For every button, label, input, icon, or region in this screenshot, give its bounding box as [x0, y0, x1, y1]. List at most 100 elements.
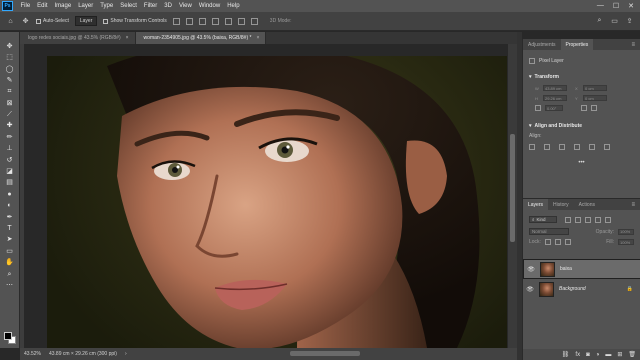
- menu-window[interactable]: Window: [195, 3, 223, 9]
- path-selection-tool-icon[interactable]: ➤: [5, 236, 14, 245]
- foreground-color-swatch[interactable]: [4, 332, 12, 340]
- quick-select-tool-icon[interactable]: ✎: [5, 76, 14, 85]
- type-tool-icon[interactable]: T: [5, 224, 14, 233]
- group-icon[interactable]: ▬: [605, 352, 611, 358]
- menu-3d[interactable]: 3D: [161, 3, 176, 9]
- align-left-icon[interactable]: [172, 17, 180, 25]
- more-options-icon[interactable]: •••: [578, 160, 584, 166]
- blur-tool-icon[interactable]: ●: [5, 190, 14, 199]
- filter-type-icon[interactable]: [585, 216, 591, 223]
- filter-pixel-icon[interactable]: [565, 216, 571, 223]
- menu-image[interactable]: Image: [51, 3, 75, 9]
- transform-controls-checkbox[interactable]: Show Transform Controls: [103, 18, 167, 24]
- tab-layers[interactable]: Layers: [523, 199, 549, 210]
- panel-menu-icon[interactable]: ≡: [631, 199, 640, 210]
- filter-smart-object-icon[interactable]: [605, 216, 611, 223]
- menu-edit[interactable]: Edit: [34, 3, 51, 9]
- menu-view[interactable]: View: [175, 3, 195, 9]
- link-icon[interactable]: ⛓: [562, 351, 570, 358]
- align-left-edges-icon[interactable]: [529, 144, 535, 150]
- lock-all-icon[interactable]: [564, 239, 571, 245]
- close-window-button[interactable]: ✕: [628, 2, 634, 10]
- width-field[interactable]: 43.89 cm: [543, 85, 567, 91]
- blend-mode-dropdown[interactable]: Normal: [529, 228, 569, 235]
- opacity-field[interactable]: 100%: [618, 228, 634, 235]
- close-icon[interactable]: ×: [126, 35, 129, 41]
- fill-field[interactable]: 100%: [618, 239, 634, 245]
- layer-name[interactable]: Background: [559, 286, 586, 292]
- maximize-button[interactable]: ☐: [613, 2, 619, 10]
- flip-vertical-icon[interactable]: [591, 105, 597, 111]
- lasso-tool-icon[interactable]: ◯: [5, 65, 14, 74]
- height-field[interactable]: 29.26 cm: [543, 95, 567, 101]
- align-top-edges-icon[interactable]: [574, 144, 580, 150]
- align-center-icon[interactable]: [185, 17, 193, 25]
- vertical-scroll-thumb[interactable]: [510, 134, 515, 242]
- align-top-icon[interactable]: [211, 17, 219, 25]
- clone-stamp-tool-icon[interactable]: ⊥: [5, 145, 14, 154]
- share-icon[interactable]: ⇪: [625, 17, 634, 26]
- y-field[interactable]: 0 cm: [583, 95, 607, 101]
- crop-tool-icon[interactable]: ⌗: [5, 88, 14, 97]
- workspace-icon[interactable]: ▭: [610, 17, 619, 26]
- gradient-tool-icon[interactable]: ▤: [5, 179, 14, 188]
- transform-section-header[interactable]: ▾ Transform: [529, 74, 559, 80]
- visibility-eye-icon[interactable]: 👁: [527, 266, 535, 273]
- search-icon[interactable]: ⌕: [595, 17, 604, 26]
- filter-shape-icon[interactable]: [595, 216, 601, 223]
- layer-filter-dropdown[interactable]: ⌕ Kind: [529, 216, 557, 223]
- minimize-button[interactable]: —: [597, 2, 604, 10]
- tab-woman-2354905[interactable]: woman-2354905.jpg @ 43.5% (baixa, RGB/8#…: [135, 32, 267, 44]
- align-right-icon[interactable]: [198, 17, 206, 25]
- align-bottom-edges-icon[interactable]: [604, 144, 610, 150]
- align-right-edges-icon[interactable]: [559, 144, 565, 150]
- menu-layer[interactable]: Layer: [75, 3, 97, 9]
- menu-select[interactable]: Select: [117, 3, 141, 9]
- more-tools-icon[interactable]: ⋯: [5, 281, 14, 290]
- tab-properties[interactable]: Properties: [560, 39, 594, 50]
- healing-brush-tool-icon[interactable]: ✚: [5, 122, 14, 131]
- canvas-area[interactable]: [20, 44, 517, 348]
- brush-tool-icon[interactable]: ✏: [5, 133, 14, 142]
- zoom-tool-icon[interactable]: ⌕: [5, 270, 14, 279]
- status-arrow-icon[interactable]: ›: [125, 351, 127, 357]
- vertical-scrollbar[interactable]: [508, 44, 517, 348]
- pen-tool-icon[interactable]: ✒: [5, 213, 14, 222]
- flip-horizontal-icon[interactable]: [581, 105, 587, 111]
- filter-adjustment-icon[interactable]: [575, 216, 581, 223]
- lock-pixels-icon[interactable]: [544, 239, 551, 245]
- hand-tool-icon[interactable]: ✋: [5, 258, 14, 267]
- layer-row-background[interactable]: 👁 Background 🔒: [523, 279, 640, 299]
- tab-history[interactable]: History: [548, 199, 574, 210]
- close-icon[interactable]: ×: [256, 35, 259, 41]
- menu-file[interactable]: File: [17, 3, 34, 9]
- auto-select-target-dropdown[interactable]: Layer: [74, 16, 98, 26]
- adjustment-icon[interactable]: ◑: [596, 352, 600, 358]
- frame-tool-icon[interactable]: ⊠: [5, 99, 14, 108]
- document-image[interactable]: [47, 56, 507, 348]
- history-brush-tool-icon[interactable]: ↺: [5, 156, 14, 165]
- align-section-header[interactable]: ▾ Align and Distribute: [529, 123, 582, 129]
- home-icon[interactable]: ⌂: [6, 17, 15, 26]
- distribute-icon[interactable]: [250, 17, 258, 25]
- marquee-tool-icon[interactable]: ⬚: [5, 53, 14, 62]
- dodge-tool-icon[interactable]: ◐: [5, 201, 14, 210]
- horizontal-scroll-thumb[interactable]: [290, 351, 360, 356]
- move-tool-icon[interactable]: ✥: [21, 17, 30, 26]
- visibility-eye-icon[interactable]: 👁: [526, 286, 534, 293]
- eraser-tool-icon[interactable]: ◪: [5, 167, 14, 176]
- eyedropper-tool-icon[interactable]: ⟋: [5, 110, 14, 119]
- layer-row-baixa[interactable]: 👁 baixa: [523, 259, 640, 279]
- menu-filter[interactable]: Filter: [140, 3, 160, 9]
- fx-icon[interactable]: fx: [575, 352, 580, 358]
- lock-position-icon[interactable]: [554, 239, 561, 245]
- align-horizontal-centers-icon[interactable]: [544, 144, 550, 150]
- align-bottom-icon[interactable]: [237, 17, 245, 25]
- layer-name[interactable]: baixa: [560, 266, 572, 272]
- align-middle-icon[interactable]: [224, 17, 232, 25]
- zoom-level[interactable]: 43.52%: [24, 351, 41, 357]
- move-tool-icon[interactable]: ✥: [5, 42, 14, 51]
- x-field[interactable]: 0 cm: [583, 85, 607, 91]
- rectangle-tool-icon[interactable]: ▭: [5, 247, 14, 256]
- tab-logo-redes-sociais[interactable]: logo redes sociais.jpg @ 43.5% (RGB/8#) …: [20, 32, 136, 44]
